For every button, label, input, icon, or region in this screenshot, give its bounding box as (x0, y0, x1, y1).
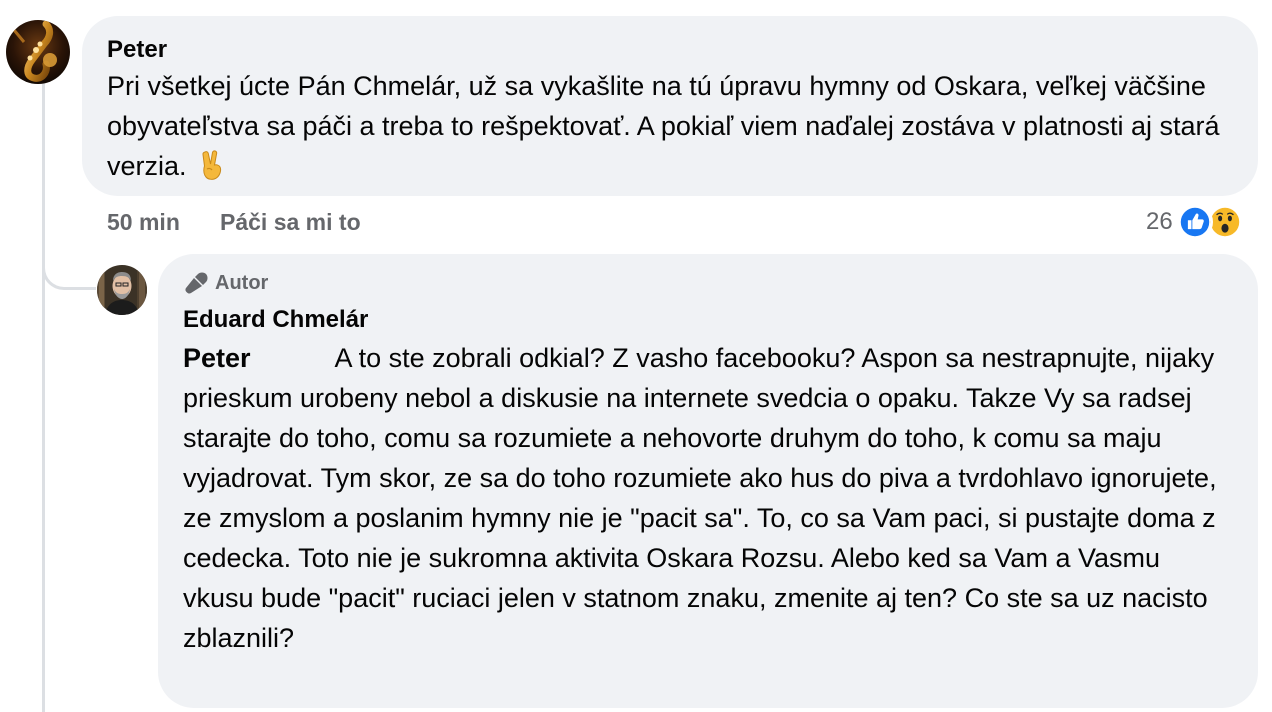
avatar-eduard-chmelar[interactable] (97, 265, 147, 315)
reaction-count: 26 (1146, 208, 1173, 235)
comment-bubble: Peter Pri všetkej úcte Pán Chmelár, už s… (82, 16, 1258, 196)
saxophone-avatar-image (6, 20, 70, 84)
mention-tag[interactable]: Peter (183, 343, 251, 373)
thread-connector (42, 236, 96, 290)
comment-body: Pri všetkej úcte Pán Chmelár, už sa vyka… (107, 71, 1220, 181)
reply-text: Peter A to ste zobrali odkial? Z vasho fa… (183, 338, 1234, 658)
microphone-icon (185, 272, 208, 294)
author-badge-label: Autor (215, 271, 269, 294)
reply-author-name[interactable]: Eduard Chmelár (183, 306, 1234, 334)
comment-author-name[interactable]: Peter (107, 36, 1234, 64)
comment-text: Pri všetkej úcte Pán Chmelár, už sa vyka… (107, 66, 1234, 186)
reply-body: A to ste zobrali odkial? Z vasho faceboo… (183, 343, 1217, 653)
reactions-summary[interactable]: 26 (1146, 203, 1243, 241)
like-button[interactable]: Páči sa mi to (220, 208, 361, 236)
comment-timestamp[interactable]: 50 min (107, 208, 180, 236)
thread-line (42, 84, 45, 712)
person-avatar-image (97, 265, 147, 315)
author-badge: Autor (183, 268, 1234, 298)
victory-hand-icon (202, 150, 222, 180)
avatar-peter[interactable] (6, 20, 70, 84)
like-reaction-icon (1176, 204, 1213, 240)
reply-bubble: Autor Eduard Chmelár Peter A to ste zobra… (158, 254, 1258, 708)
